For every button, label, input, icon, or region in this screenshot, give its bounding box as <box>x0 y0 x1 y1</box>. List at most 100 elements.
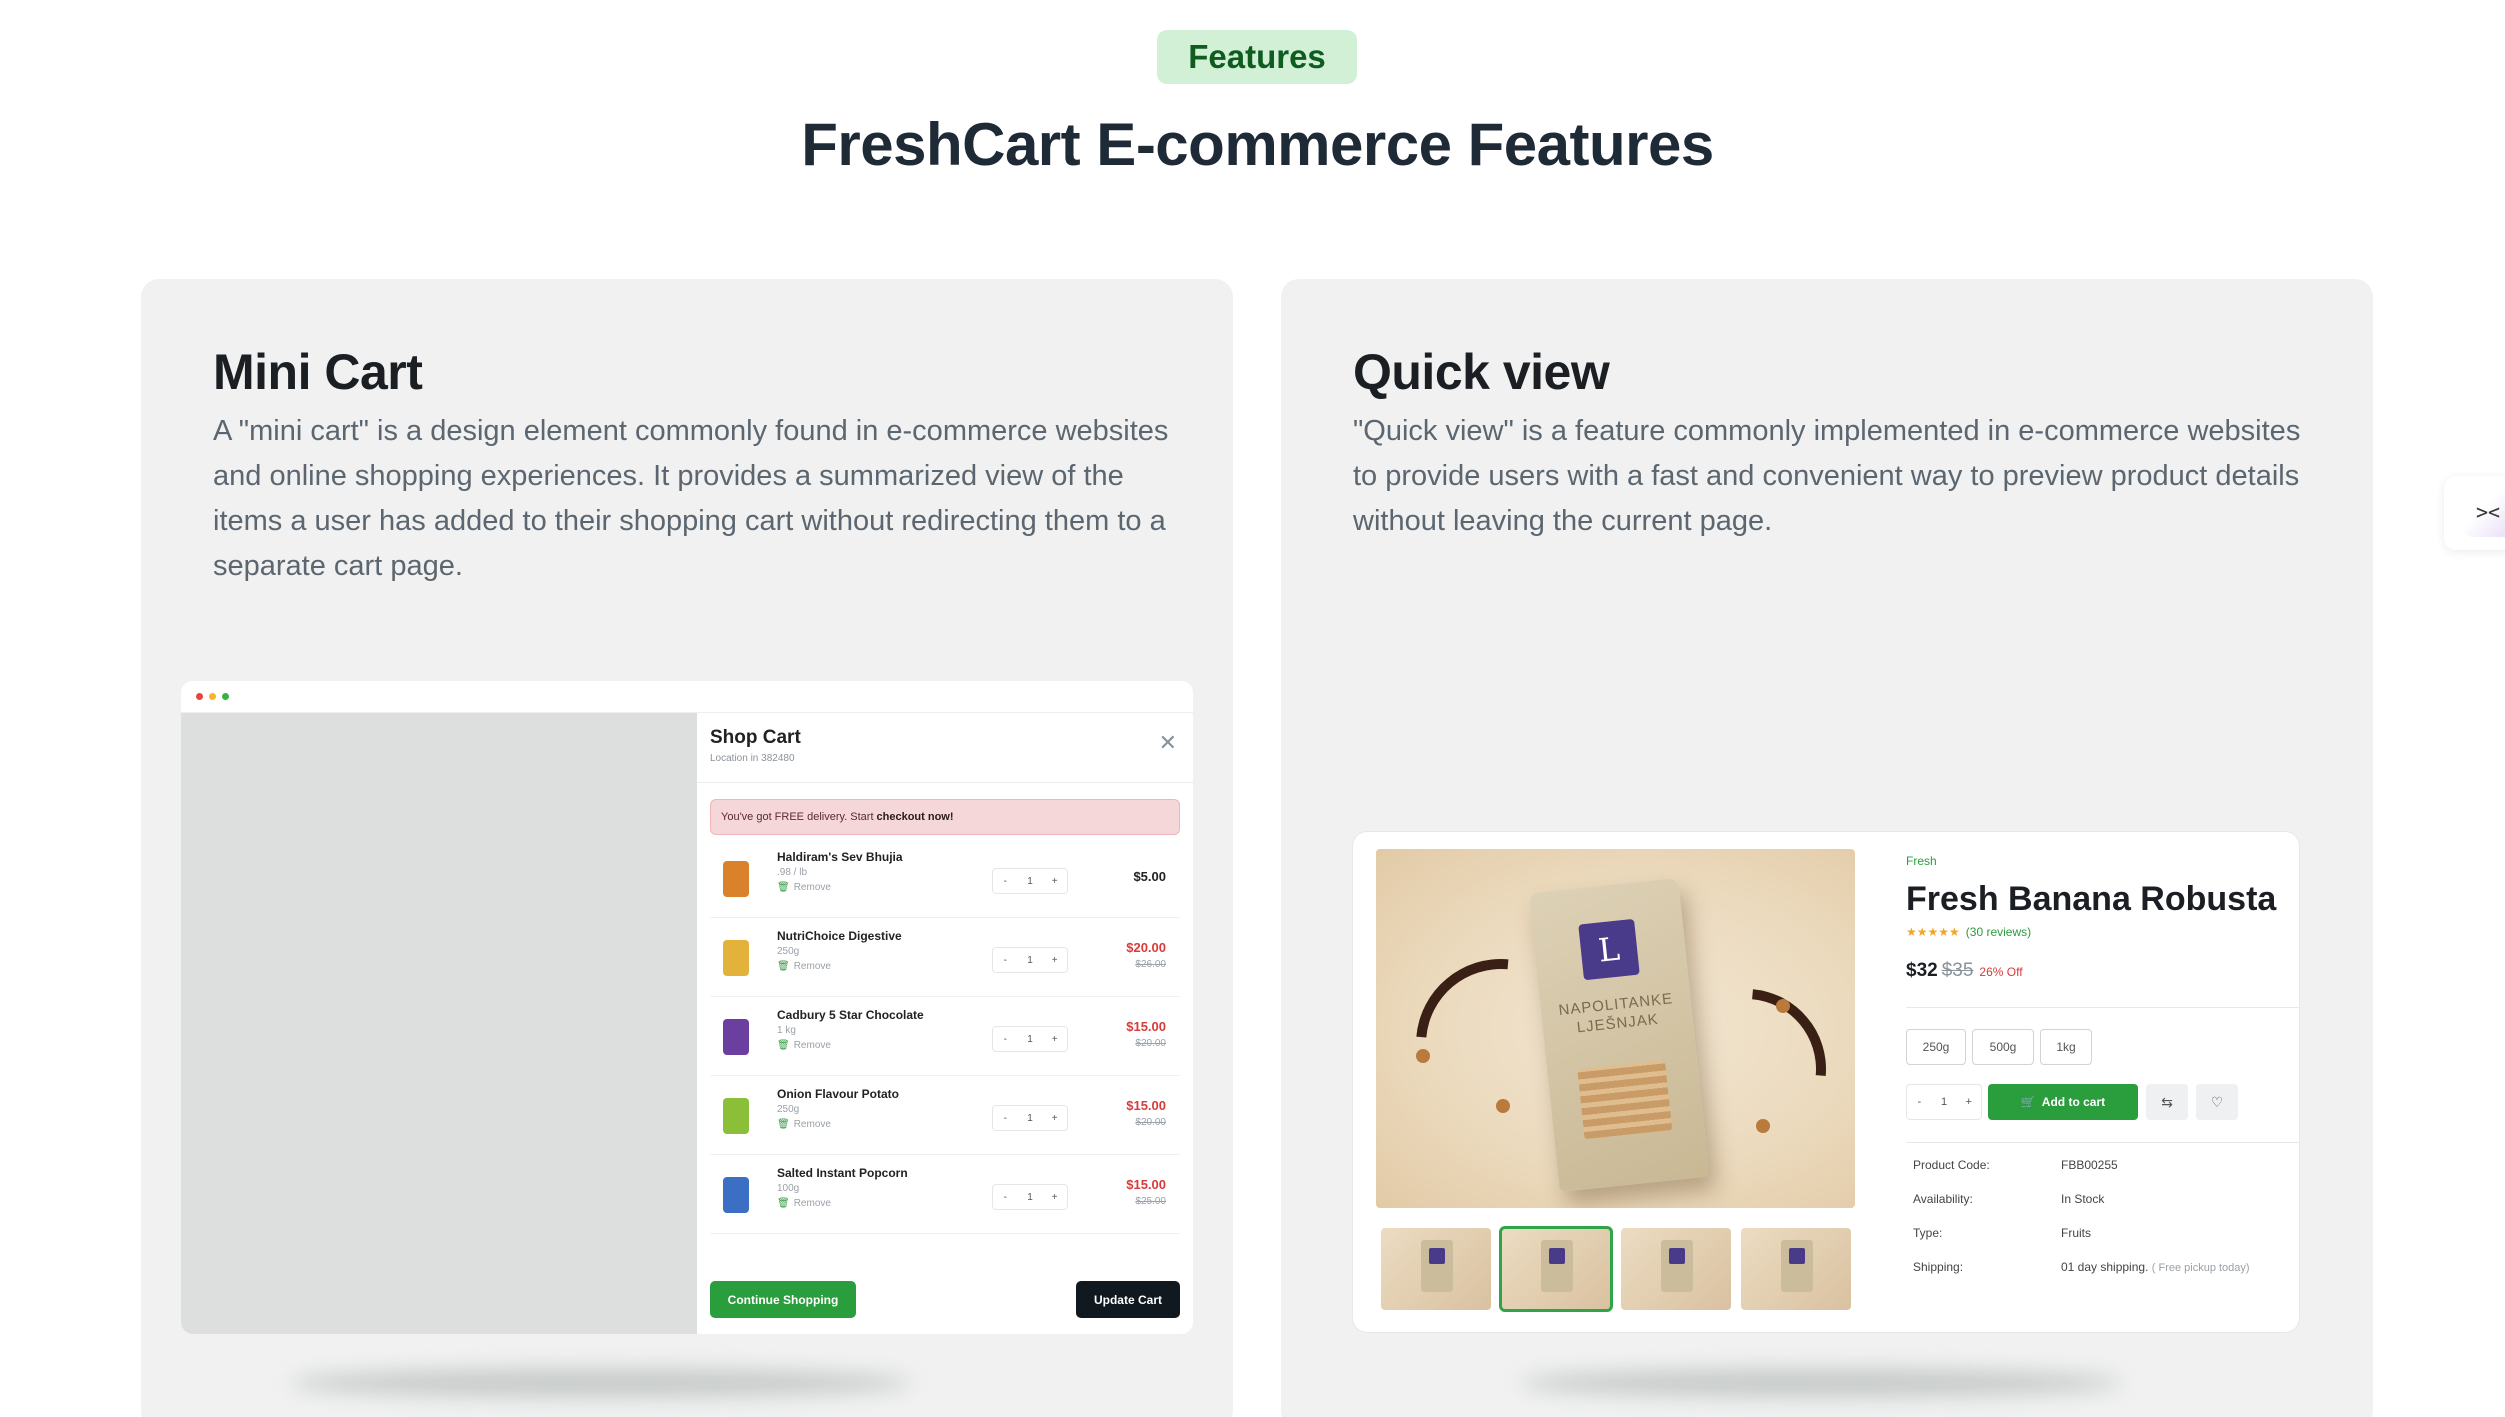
meta-value: FBB00255 <box>2061 1158 2299 1172</box>
update-cart-button[interactable]: Update Cart <box>1076 1281 1180 1318</box>
quantity-value[interactable]: 1 <box>1018 948 1043 972</box>
side-tab[interactable]: >< <box>2444 476 2505 550</box>
quantity-value[interactable]: 1 <box>1018 1027 1043 1051</box>
item-weight: .98 / lb <box>777 867 808 878</box>
divider <box>697 782 1193 783</box>
meta-value-text: FBB00255 <box>2061 1158 2118 1172</box>
item-price: $20.00 <box>1126 940 1166 955</box>
product-package: L NAPOLITANKE LJEŠNJAK <box>1528 877 1710 1193</box>
product-category[interactable]: Fresh <box>1906 854 1937 868</box>
quantity-value[interactable]: 1 <box>1932 1085 1957 1119</box>
increase-button[interactable]: + <box>1042 948 1067 972</box>
remove-label: Remove <box>793 882 831 893</box>
remove-link[interactable]: 🗑 Remove <box>777 1119 831 1130</box>
heart-icon[interactable]: ♡ <box>2196 1084 2238 1120</box>
add-to-cart-button[interactable]: 🛒 Add to cart <box>1988 1084 2138 1120</box>
item-weight: 100g <box>777 1183 800 1194</box>
remove-link[interactable]: 🗑 Remove <box>777 1040 831 1051</box>
increase-button[interactable]: + <box>1042 1027 1067 1051</box>
decrease-button[interactable]: - <box>1907 1085 1932 1119</box>
decrease-button[interactable]: - <box>993 1185 1018 1209</box>
product-thumbnail[interactable] <box>723 1177 749 1213</box>
page-overlay[interactable] <box>181 713 697 1334</box>
decrease-button[interactable]: - <box>993 1027 1018 1051</box>
add-to-cart-label: Add to cart <box>2041 1095 2106 1109</box>
hazelnut <box>1776 999 1790 1013</box>
remove-link[interactable]: 🗑 Remove <box>777 882 831 893</box>
size-option[interactable]: 250g <box>1906 1029 1966 1065</box>
increase-button[interactable]: + <box>1956 1085 1981 1119</box>
brand-logo: L <box>1578 918 1640 981</box>
continue-shopping-button[interactable]: Continue Shopping <box>710 1281 856 1318</box>
increase-button[interactable]: + <box>1042 1185 1067 1209</box>
quantity-stepper: -1 + <box>992 1105 1068 1131</box>
close-icon[interactable]: ✕ <box>1159 732 1177 754</box>
card-description: "Quick view" is a feature commonly imple… <box>1353 415 2301 537</box>
features-badge: Features <box>1157 30 1357 84</box>
thumbnail[interactable] <box>1381 1228 1491 1310</box>
review-count[interactable]: (30 reviews) <box>1966 925 2031 939</box>
decrease-button[interactable]: - <box>993 948 1018 972</box>
window-dot-yellow <box>209 693 216 700</box>
item-name[interactable]: Onion Flavour Potato <box>777 1087 899 1101</box>
quantity-value[interactable]: 1 <box>1018 869 1043 893</box>
size-option[interactable]: 1kg <box>2040 1029 2092 1065</box>
checkout-link[interactable]: checkout now! <box>877 811 954 823</box>
code-icon: >< <box>2463 487 2505 537</box>
quantity-stepper: -1 + <box>992 868 1068 894</box>
meta-value: In Stock <box>2061 1192 2299 1206</box>
cart-item: Cadbury 5 Star Chocolate 1 kg 🗑 Remove -1 + $1… <box>710 997 1180 1076</box>
compare-icon[interactable]: ⇆ <box>2146 1084 2188 1120</box>
cart-item: Salted Instant Popcorn 100g 🗑 Remove -1 + $15.… <box>710 1155 1180 1234</box>
quantity-value[interactable]: 1 <box>1018 1185 1043 1209</box>
quantity-stepper: -1 + <box>992 947 1068 973</box>
item-name[interactable]: Salted Instant Popcorn <box>777 1166 908 1180</box>
item-name[interactable]: Haldiram's Sev Bhujia <box>777 850 903 864</box>
item-price: $5.00 <box>1133 869 1166 884</box>
item-old-price: $26.00 <box>1135 959 1166 970</box>
item-weight: 250g <box>777 1104 800 1115</box>
meta-label: Type: <box>1913 1226 1943 1240</box>
item-name[interactable]: Cadbury 5 Star Chocolate <box>777 1008 924 1022</box>
remove-link[interactable]: 🗑 Remove <box>777 1198 831 1209</box>
product-thumbnail[interactable] <box>723 940 749 976</box>
rating-stars: ★★★★★ (30 reviews) <box>1906 925 2031 939</box>
meta-value: 01 day shipping. ( Free pickup today) <box>2061 1260 2299 1274</box>
old-price: $35 <box>1941 960 1974 981</box>
decrease-button[interactable]: - <box>993 1106 1018 1130</box>
item-price: $15.00 <box>1126 1177 1166 1192</box>
window-dot-red <box>196 693 203 700</box>
product-thumbnail[interactable] <box>723 1098 749 1134</box>
meta-label: Availability: <box>1913 1192 1973 1206</box>
remove-link[interactable]: 🗑 Remove <box>777 961 831 972</box>
remove-label: Remove <box>793 1040 831 1051</box>
meta-note: ( Free pickup today) <box>2151 1262 2250 1274</box>
remove-label: Remove <box>793 961 831 972</box>
item-name[interactable]: NutriChoice Digestive <box>777 929 902 943</box>
product-thumbnail[interactable] <box>723 861 749 897</box>
product-thumbnail[interactable] <box>723 1019 749 1055</box>
thumbnail[interactable] <box>1621 1228 1731 1310</box>
package-text: NAPOLITANKE LJEŠNJAK <box>1557 990 1674 1037</box>
item-price: $15.00 <box>1126 1098 1166 1113</box>
meta-value-text: 01 day shipping. <box>2061 1260 2149 1274</box>
cart-title: Shop Cart <box>710 727 801 748</box>
increase-button[interactable]: + <box>1042 869 1067 893</box>
free-delivery-banner: You've got FREE delivery. Start checkout… <box>710 799 1180 835</box>
quantity-stepper: - 1 + <box>1906 1084 1982 1120</box>
window-bar <box>181 681 1193 713</box>
thumbnail[interactable] <box>1741 1228 1851 1310</box>
increase-button[interactable]: + <box>1042 1106 1067 1130</box>
thumbnail-strip <box>1381 1226 1851 1312</box>
decrease-button[interactable]: - <box>993 869 1018 893</box>
preview-shadow <box>291 1369 911 1397</box>
cart-location: Location in 382480 <box>710 753 795 764</box>
size-option[interactable]: 500g <box>1972 1029 2034 1065</box>
quantity-value[interactable]: 1 <box>1018 1106 1043 1130</box>
cart-item: NutriChoice Digestive 250g 🗑 Remove -1 + $20.0… <box>710 918 1180 997</box>
trash-icon: 🗑 <box>777 1040 790 1051</box>
thumbnail-selected[interactable] <box>1499 1226 1613 1312</box>
feature-card-quick-view: Quick view "Quick view" is a feature com… <box>1281 279 2373 1417</box>
product-price: $32 $35 26% Off <box>1906 960 2023 982</box>
item-price: $15.00 <box>1126 1019 1166 1034</box>
